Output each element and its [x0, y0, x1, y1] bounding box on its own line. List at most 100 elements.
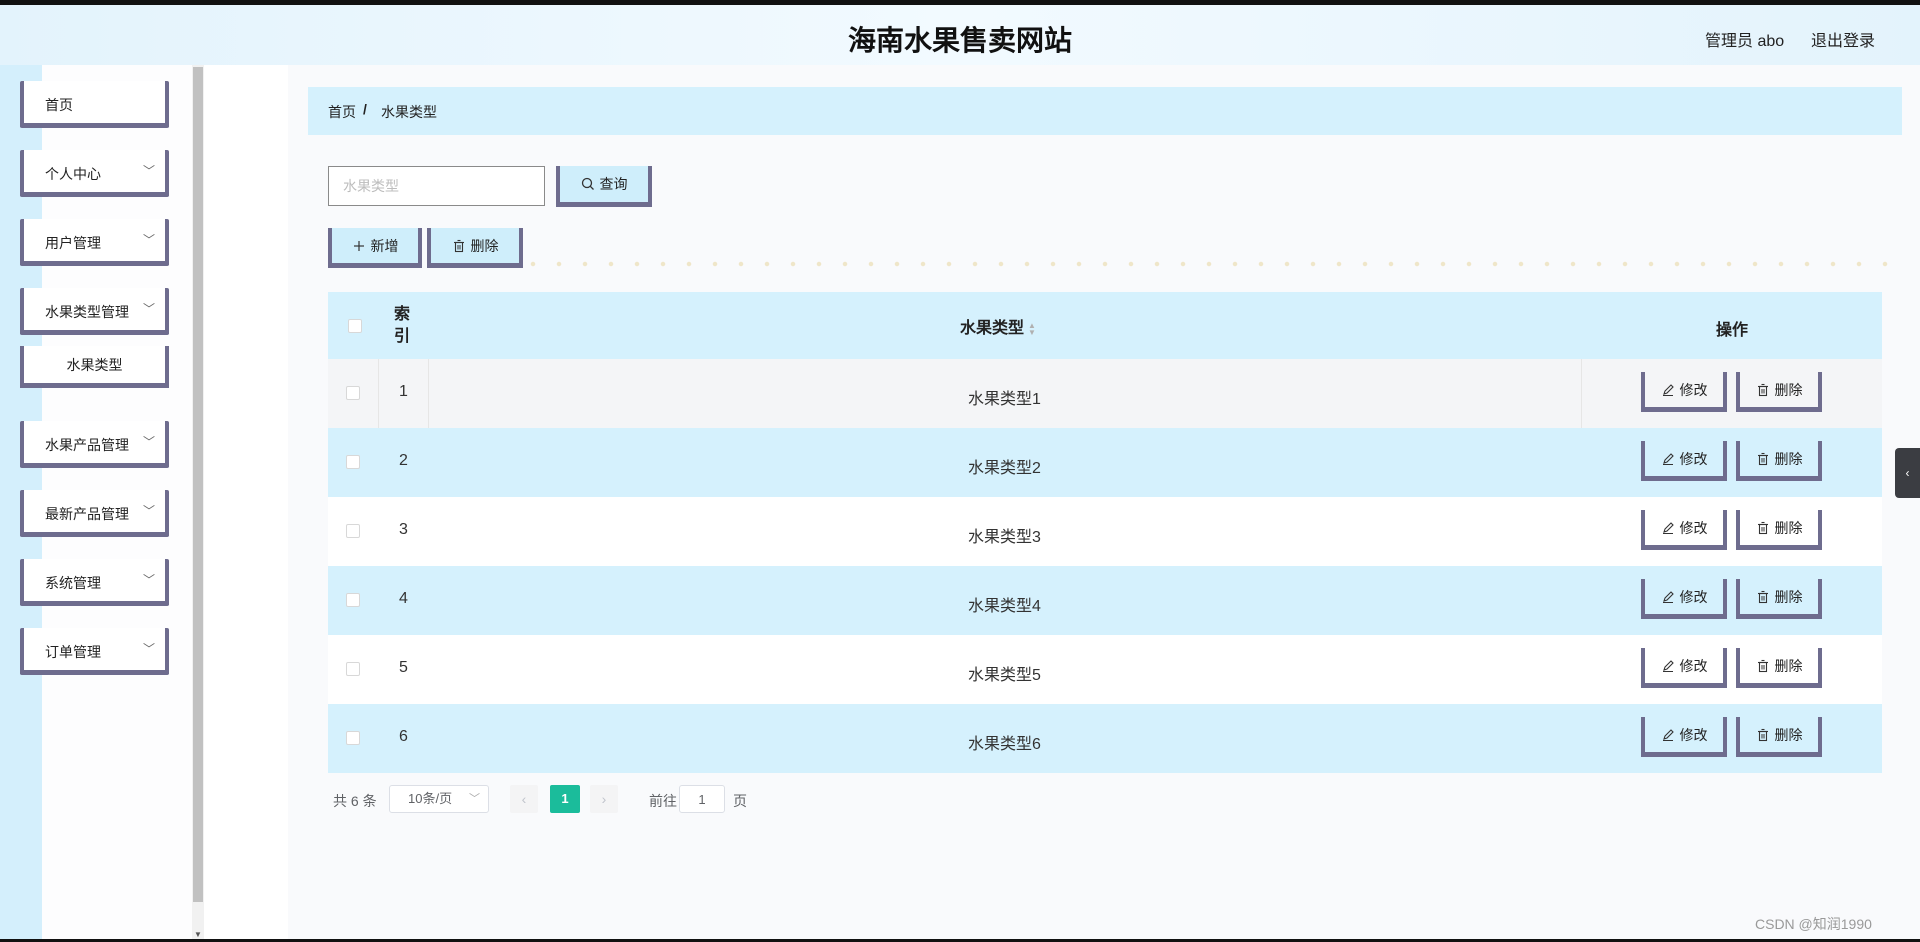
breadcrumb: 首页 / 水果类型	[308, 87, 1902, 135]
sidebar-subitem-fruit-type[interactable]: 水果类型	[20, 346, 169, 388]
table-row: 5 水果类型5 修改 删除	[328, 635, 1882, 704]
delete-button[interactable]: 删除	[1736, 717, 1822, 757]
sidebar-item-system-management[interactable]: 系统管理 ﹀	[20, 559, 169, 606]
trash-icon	[1757, 383, 1768, 396]
page-size-value: 10条/页	[408, 791, 453, 806]
sidebar-item-label: 水果产品管理	[45, 437, 129, 453]
chevron-left-icon: ‹	[1905, 466, 1910, 480]
sidebar-scrollbar[interactable]: ▼	[192, 65, 204, 942]
row-checkbox[interactable]	[346, 731, 360, 745]
delete-button-label: 删除	[1774, 726, 1803, 743]
delete-button[interactable]: 删除	[1736, 510, 1822, 550]
edit-button-label: 修改	[1679, 657, 1708, 674]
row-checkbox[interactable]	[346, 524, 360, 538]
sidebar-item-order-management[interactable]: 订单管理 ﹀	[20, 628, 169, 675]
site-title: 海南水果售卖网站	[847, 25, 1072, 56]
row-index: 6	[399, 728, 408, 745]
edit-button[interactable]: 修改	[1641, 579, 1727, 619]
row-checkbox[interactable]	[346, 386, 360, 400]
sidebar-item-label: 系统管理	[45, 575, 101, 591]
column-header-index: 索引	[394, 306, 411, 345]
row-fruit-type: 水果类型5	[968, 667, 1041, 684]
select-all-checkbox[interactable]	[348, 319, 362, 333]
sidebar-item-label: 最新产品管理	[45, 506, 129, 522]
goto-page-input[interactable]	[679, 785, 725, 813]
trash-icon	[453, 239, 464, 252]
row-index: 2	[399, 452, 408, 469]
edit-icon	[1662, 728, 1674, 741]
decorative-dots	[520, 261, 1900, 267]
edit-button-label: 修改	[1679, 726, 1708, 743]
delete-button[interactable]: 删除	[1736, 372, 1822, 412]
pagination-total: 共 6 条	[333, 793, 377, 809]
add-button[interactable]: 新增	[328, 228, 422, 268]
edit-icon	[1662, 521, 1674, 534]
goto-suffix: 页	[733, 793, 747, 809]
next-page-button[interactable]: ›	[590, 785, 618, 813]
query-button-label: 查询	[599, 176, 628, 192]
delete-button[interactable]: 删除	[1736, 441, 1822, 481]
chevron-down-icon: ﹀	[142, 435, 155, 449]
search-input[interactable]	[328, 166, 545, 206]
trash-icon	[1757, 521, 1768, 534]
plus-icon	[353, 240, 364, 251]
edit-button-label: 修改	[1679, 381, 1708, 398]
scrollbar-thumb[interactable]	[193, 67, 203, 902]
goto-label: 前往	[649, 793, 677, 809]
sidebar-item-user-management[interactable]: 用户管理 ﹀	[20, 219, 169, 266]
edit-button[interactable]: 修改	[1641, 510, 1727, 550]
column-divider	[428, 359, 429, 428]
page-size-select[interactable]: 10条/页 ﹀	[389, 785, 489, 813]
row-checkbox[interactable]	[346, 593, 360, 607]
sidebar-item-fruit-product-management[interactable]: 水果产品管理 ﹀	[20, 421, 169, 468]
column-header-type[interactable]: 水果类型 ▲ ▼	[960, 314, 1036, 338]
chevron-down-icon: ﹀	[469, 793, 480, 805]
delete-button[interactable]: 删除	[1736, 648, 1822, 688]
row-checkbox[interactable]	[346, 662, 360, 676]
query-button[interactable]: 查询	[556, 166, 652, 207]
edit-button-label: 修改	[1679, 450, 1708, 467]
sidebar-item-label: 水果类型管理	[45, 304, 129, 320]
edit-button[interactable]: 修改	[1641, 372, 1727, 412]
chevron-down-icon: ﹀	[142, 573, 155, 587]
breadcrumb-home[interactable]: 首页	[328, 102, 356, 122]
edit-icon	[1662, 452, 1674, 465]
edit-button[interactable]: 修改	[1641, 717, 1727, 757]
delete-button-label: 删除	[1774, 450, 1803, 467]
sidebar-item-fruit-type-management[interactable]: 水果类型管理 ﹀	[20, 288, 169, 335]
breadcrumb-separator: /	[363, 101, 367, 117]
sidebar-item-personal-center[interactable]: 个人中心 ﹀	[20, 150, 169, 197]
table-row: 2 水果类型2 修改 删除	[328, 428, 1882, 497]
breadcrumb-current: 水果类型	[381, 104, 437, 120]
chevron-down-icon: ﹀	[142, 642, 155, 656]
row-fruit-type: 水果类型3	[968, 529, 1041, 546]
edit-icon	[1662, 383, 1674, 396]
edit-button-label: 修改	[1679, 588, 1708, 605]
sidebar-item-label: 订单管理	[45, 644, 101, 660]
edit-button[interactable]: 修改	[1641, 441, 1727, 481]
prev-page-button[interactable]: ‹	[510, 785, 538, 813]
watermark: CSDN @知润1990	[1755, 916, 1872, 932]
sort-icon[interactable]: ▲ ▼	[1028, 321, 1036, 336]
trash-icon	[1757, 590, 1768, 603]
table-row: 1 水果类型1 修改 删除	[328, 359, 1882, 428]
header: 海南水果售卖网站 管理员 abo 退出登录	[0, 5, 1920, 65]
edit-icon	[1662, 590, 1674, 603]
column-header-type-label: 水果类型	[960, 320, 1025, 337]
column-divider	[1581, 359, 1582, 428]
sidebar-item-label: 首页	[45, 97, 73, 113]
bulk-delete-button-label: 删除	[470, 237, 499, 254]
collapse-panel-button[interactable]: ‹	[1895, 448, 1920, 498]
bulk-delete-button[interactable]: 删除	[427, 228, 523, 268]
row-index: 3	[399, 521, 408, 538]
sidebar-item-new-product-management[interactable]: 最新产品管理 ﹀	[20, 490, 169, 537]
delete-button[interactable]: 删除	[1736, 579, 1822, 619]
page-number-current[interactable]: 1	[550, 785, 580, 813]
add-button-label: 新增	[370, 237, 399, 254]
row-checkbox[interactable]	[346, 455, 360, 469]
logout-link[interactable]: 退出登录	[1811, 27, 1875, 51]
delete-button-label: 删除	[1774, 657, 1803, 674]
sidebar-item-home[interactable]: 首页	[20, 81, 169, 128]
table-header: 索引 水果类型 ▲ ▼ 操作	[328, 292, 1882, 359]
edit-button[interactable]: 修改	[1641, 648, 1727, 688]
